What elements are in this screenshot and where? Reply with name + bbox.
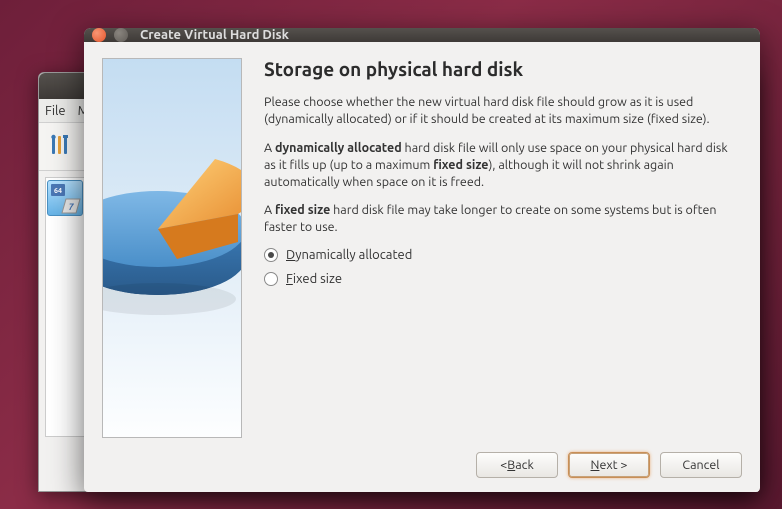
radio-icon — [264, 272, 278, 286]
wizard-content: Storage on physical hard disk Please cho… — [264, 58, 742, 438]
para-intro: Please choose whether the new virtual ha… — [264, 94, 734, 128]
svg-text:64: 64 — [54, 187, 62, 195]
para-dynamic: A dynamically allocated hard disk file w… — [264, 140, 734, 191]
minimize-icon[interactable] — [114, 28, 128, 42]
menu-file[interactable]: File — [45, 104, 66, 118]
radio-dynamically-allocated[interactable]: Dynamically allocated — [264, 248, 734, 262]
radio-label: Dynamically allocated — [286, 248, 412, 262]
next-button[interactable]: Next > — [568, 452, 650, 478]
vm-list: 64 7 — [45, 177, 85, 437]
cancel-button[interactable]: Cancel — [660, 452, 742, 478]
radio-icon — [264, 248, 278, 262]
radio-label: Fixed size — [286, 272, 342, 286]
dialog-title: Create Virtual Hard Disk — [140, 28, 289, 42]
toolbar-tools-icon[interactable] — [47, 130, 75, 164]
para-fixed: A fixed size hard disk file may take lon… — [264, 202, 734, 236]
page-heading: Storage on physical hard disk — [264, 58, 734, 80]
storage-type-radio-group: Dynamically allocated Fixed size — [264, 248, 734, 286]
wizard-sidebar-image — [102, 58, 242, 438]
wizard-button-bar: < Back Next > Cancel — [84, 438, 760, 494]
create-disk-dialog: Create Virtual Hard Disk — [84, 28, 760, 492]
back-button[interactable]: < Back — [476, 452, 558, 478]
radio-fixed-size[interactable]: Fixed size — [264, 272, 734, 286]
vm-item[interactable]: 64 7 — [47, 180, 83, 216]
close-icon[interactable] — [92, 28, 106, 42]
dialog-titlebar[interactable]: Create Virtual Hard Disk — [84, 28, 760, 42]
